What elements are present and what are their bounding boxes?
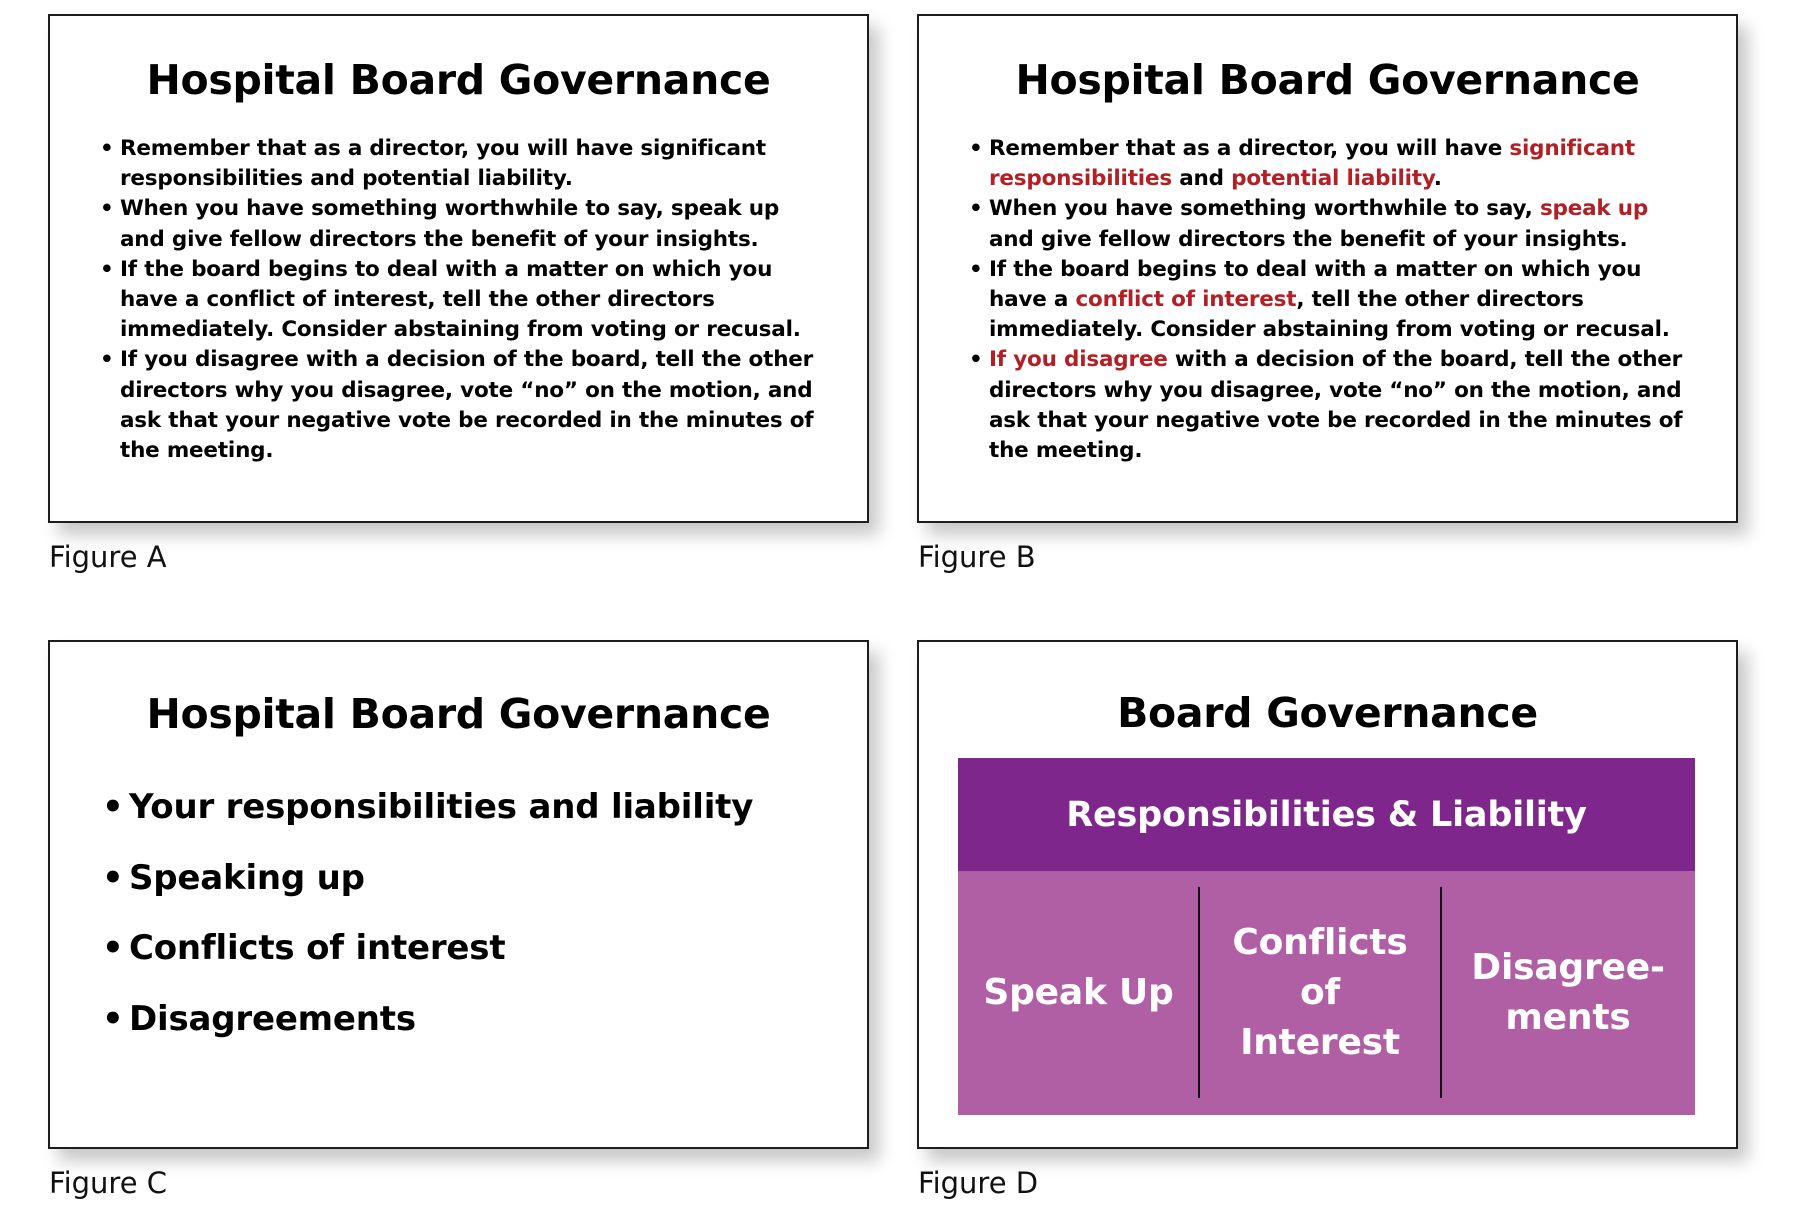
bullet-item: • If you disagree with a decision of the …	[969, 345, 1699, 466]
bullet-item: • If you disagree with a decision of the …	[100, 345, 830, 466]
slide-title: Board Governance	[1117, 689, 1538, 737]
bullet-text: If you disagree with a decision of the b…	[989, 347, 1683, 463]
summary-bullet-list: • Your responsibilities and liability • Sp…	[102, 772, 753, 1054]
bullet-text: Your responsibilities and liability	[129, 787, 754, 827]
figure-label: Figure A	[49, 540, 167, 574]
bullet-icon: •	[100, 136, 114, 161]
bullet-text: Disagreements	[129, 998, 416, 1039]
diagram-cell-speak-up: Speak Up	[983, 972, 1174, 1013]
slide-figure-a: Hospital Board Governance • Remember that…	[48, 14, 869, 523]
bullet-text: Remember that as a director, you will ha…	[989, 136, 1635, 191]
bullet-icon: •	[969, 196, 983, 222]
governance-diagram: Responsibilities & Liability Speak Up Co…	[958, 758, 1695, 1115]
bullet-text: If the board begins to deal with a matte…	[989, 257, 1670, 342]
bullet-item: • Speaking up	[102, 843, 753, 914]
slide-figure-b: Hospital Board Governance • Remember that…	[917, 14, 1738, 523]
diagram-body: Speak Up Conflicts of Interest Disagree-…	[958, 871, 1695, 1115]
bullet-item: • Conflicts of interest	[102, 913, 753, 984]
bullet-icon: •	[969, 136, 983, 161]
figure-label: Figure D	[918, 1166, 1039, 1200]
figure-label: Figure C	[49, 1166, 168, 1200]
text-segment: Remember that as a director, you will ha…	[989, 136, 1510, 161]
bullet-item: • If the board begins to deal with a matt…	[100, 255, 830, 346]
bullet-item: • Remember that as a director, you will h…	[100, 134, 830, 194]
bullet-item: • Remember that as a director, you will h…	[969, 134, 1699, 194]
text-segment: and give fellow directors the benefit of…	[989, 226, 1628, 252]
text-segment: and	[1171, 166, 1232, 192]
diagram-cell-disagreements: Disagree- ments	[1471, 947, 1665, 1038]
bullet-icon: •	[100, 196, 114, 222]
bullet-text: If you disagree with a decision of the b…	[120, 347, 814, 464]
highlighted-phrase: conflict of interest	[1075, 287, 1297, 313]
bullet-icon: •	[969, 347, 983, 373]
text-segment: .	[1433, 166, 1442, 192]
slide-title: Hospital Board Governance	[146, 690, 771, 738]
bullet-list: • Remember that as a director, you will h…	[100, 134, 830, 466]
bullet-text: Remember that as a director, you will ha…	[120, 136, 766, 192]
bullet-icon: •	[102, 998, 124, 1039]
diagram-header: Responsibilities & Liability	[958, 758, 1695, 871]
bullet-text: Conflicts of interest	[129, 928, 506, 968]
bullet-item: • When you have something worthwhile to s…	[100, 194, 830, 254]
highlighted-phrase: speak up	[1539, 196, 1649, 222]
bullet-text: Speaking up	[129, 857, 365, 898]
bullet-item: • If the board begins to deal with a matt…	[969, 255, 1699, 346]
bullet-item: • Your responsibilities and liability	[102, 772, 753, 843]
bullet-text: If the board begins to deal with a matte…	[120, 256, 801, 343]
slide-title: Hospital Board Governance	[146, 56, 771, 104]
bullet-icon: •	[102, 928, 124, 968]
bullet-icon: •	[100, 256, 114, 282]
bullet-icon: •	[969, 256, 983, 282]
highlighted-phrase: If you disagree	[989, 347, 1168, 373]
slide-figure-c: Hospital Board Governance • Your responsi…	[48, 640, 869, 1149]
diagram-cell-conflicts: Conflicts of Interest	[1232, 922, 1408, 1063]
highlighted-bullet-list: • Remember that as a director, you will h…	[969, 134, 1699, 466]
bullet-icon: •	[100, 347, 114, 373]
bullet-item: • When you have something worthwhile to s…	[969, 194, 1699, 254]
bullet-text: When you have something worthwhile to sa…	[120, 196, 780, 252]
figure-label: Figure B	[918, 540, 1036, 574]
bullet-item: • Disagreements	[102, 984, 753, 1055]
bullet-text: When you have something worthwhile to sa…	[989, 196, 1648, 251]
text-segment: When you have something worthwhile to sa…	[989, 196, 1540, 222]
slide-figure-d: Board Governance Responsibilities & Liab…	[917, 640, 1738, 1149]
slide-title: Hospital Board Governance	[1015, 56, 1640, 104]
highlighted-phrase: potential liability	[1231, 166, 1434, 192]
bullet-icon: •	[102, 857, 124, 898]
bullet-icon: •	[102, 787, 124, 827]
